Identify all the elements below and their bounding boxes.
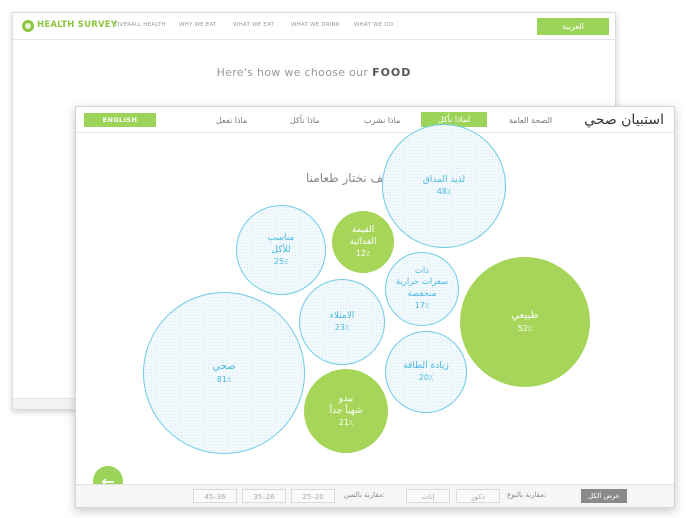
back-nav-what-we-drink[interactable]: WHAT WE DRINK bbox=[291, 22, 340, 28]
front-navbar: ENGLISH ماذا نفعل ماذا نأكل ماذا نشرب لم… bbox=[76, 107, 674, 133]
arabic-language-button[interactable]: العربية bbox=[537, 18, 609, 35]
front-nav-overall-health[interactable]: الصحة العامة bbox=[509, 116, 552, 125]
bubble-percent: 21٪ bbox=[338, 418, 354, 428]
show-all-button[interactable]: عرض الكل bbox=[581, 489, 627, 503]
front-nav-what-we-drink[interactable]: ماذا نشرب bbox=[364, 116, 400, 125]
bubble-energy-boost[interactable]: زيادة الطاقة 20٪ bbox=[385, 331, 467, 413]
bubble-label: القيمة الغذائية bbox=[349, 224, 377, 248]
bubble-percent: 20٪ bbox=[418, 373, 434, 383]
bubble-label: مناسب للأكل bbox=[267, 232, 295, 256]
back-headline-bold: FOOD bbox=[372, 66, 412, 79]
bubble-label: ذات سعرات حرارية منخفضة bbox=[395, 265, 449, 299]
bubble-percent: 52٪ bbox=[517, 323, 533, 333]
bubble-label: صحي bbox=[212, 361, 236, 373]
gender-filter-female[interactable]: إناث bbox=[406, 489, 450, 503]
bubble-nutritional-value[interactable]: القيمة الغذائية 12٪ bbox=[332, 211, 394, 273]
bubble-natural[interactable]: طبيعي 52٪ bbox=[460, 257, 590, 387]
bubble-convenient[interactable]: مناسب للأكل 25٪ bbox=[236, 205, 326, 295]
bubble-label: يبدو شهياً جداً bbox=[329, 393, 363, 417]
back-brand[interactable]: HEALTH SURVEY bbox=[37, 20, 117, 30]
front-nav-what-we-eat[interactable]: ماذا نأكل bbox=[290, 116, 320, 125]
bubble-filling[interactable]: الامتلاء 23٪ bbox=[299, 279, 385, 365]
back-headline-text: Here's how we choose our bbox=[216, 66, 373, 79]
front-brand[interactable]: استبيان صحي bbox=[584, 112, 664, 128]
front-footer: 45–36 35–26 25–20 مقارنة بالسن: إناث ذكو… bbox=[76, 484, 674, 507]
back-headline: Here's how we choose our FOOD bbox=[13, 66, 615, 79]
english-language-button[interactable]: ENGLISH bbox=[84, 113, 156, 127]
front-nav-what-we-do[interactable]: ماذا نفعل bbox=[216, 116, 247, 125]
bubble-percent: 12٪ bbox=[355, 249, 371, 259]
age-filter-45[interactable]: 45–36 bbox=[193, 489, 237, 503]
bubble-tasty[interactable]: لذيذ المذاق 48٪ bbox=[382, 124, 506, 248]
bubble-label: طبيعي bbox=[511, 310, 539, 322]
back-nav-overall-health[interactable]: OVERALL HEALTH bbox=[115, 22, 166, 28]
compare-gender-label: مقارنة بالنوع: bbox=[507, 491, 547, 499]
back-nav-why-we-eat[interactable]: WHY WE EAT bbox=[179, 22, 217, 28]
front-headline: كيف نختار طعامنا bbox=[306, 171, 393, 185]
age-filter-35[interactable]: 35–26 bbox=[242, 489, 286, 503]
compare-age-label: مقارنة بالسن: bbox=[344, 491, 385, 499]
bubble-looks-delicious[interactable]: يبدو شهياً جداً 21٪ bbox=[304, 369, 388, 453]
front-window: ENGLISH ماذا نفعل ماذا نأكل ماذا نشرب لم… bbox=[75, 106, 675, 508]
bubble-label: لذيذ المذاق bbox=[422, 175, 466, 186]
bubble-label: زيادة الطاقة bbox=[403, 361, 449, 372]
bubble-percent: 81٪ bbox=[216, 374, 232, 384]
back-nav-what-we-do[interactable]: WHAT WE DO bbox=[354, 22, 393, 28]
bubble-percent: 48٪ bbox=[436, 187, 452, 197]
back-navbar: HEALTH SURVEY OVERALL HEALTH WHY WE EAT … bbox=[13, 13, 615, 40]
bubble-label: الامتلاء bbox=[329, 311, 355, 322]
bubble-low-calorie[interactable]: ذات سعرات حرارية منخفضة 17٪ bbox=[385, 252, 459, 326]
back-nav-what-we-eat[interactable]: WHAT WE EAT bbox=[233, 22, 274, 28]
bubble-healthy[interactable]: صحي 81٪ bbox=[143, 292, 305, 454]
bubble-percent: 17٪ bbox=[414, 301, 430, 311]
bubble-percent: 23٪ bbox=[334, 323, 350, 333]
age-filter-25[interactable]: 25–20 bbox=[291, 489, 335, 503]
logo-icon bbox=[22, 20, 34, 32]
bubble-percent: 25٪ bbox=[273, 257, 289, 267]
gender-filter-male[interactable]: ذكور bbox=[456, 489, 500, 503]
